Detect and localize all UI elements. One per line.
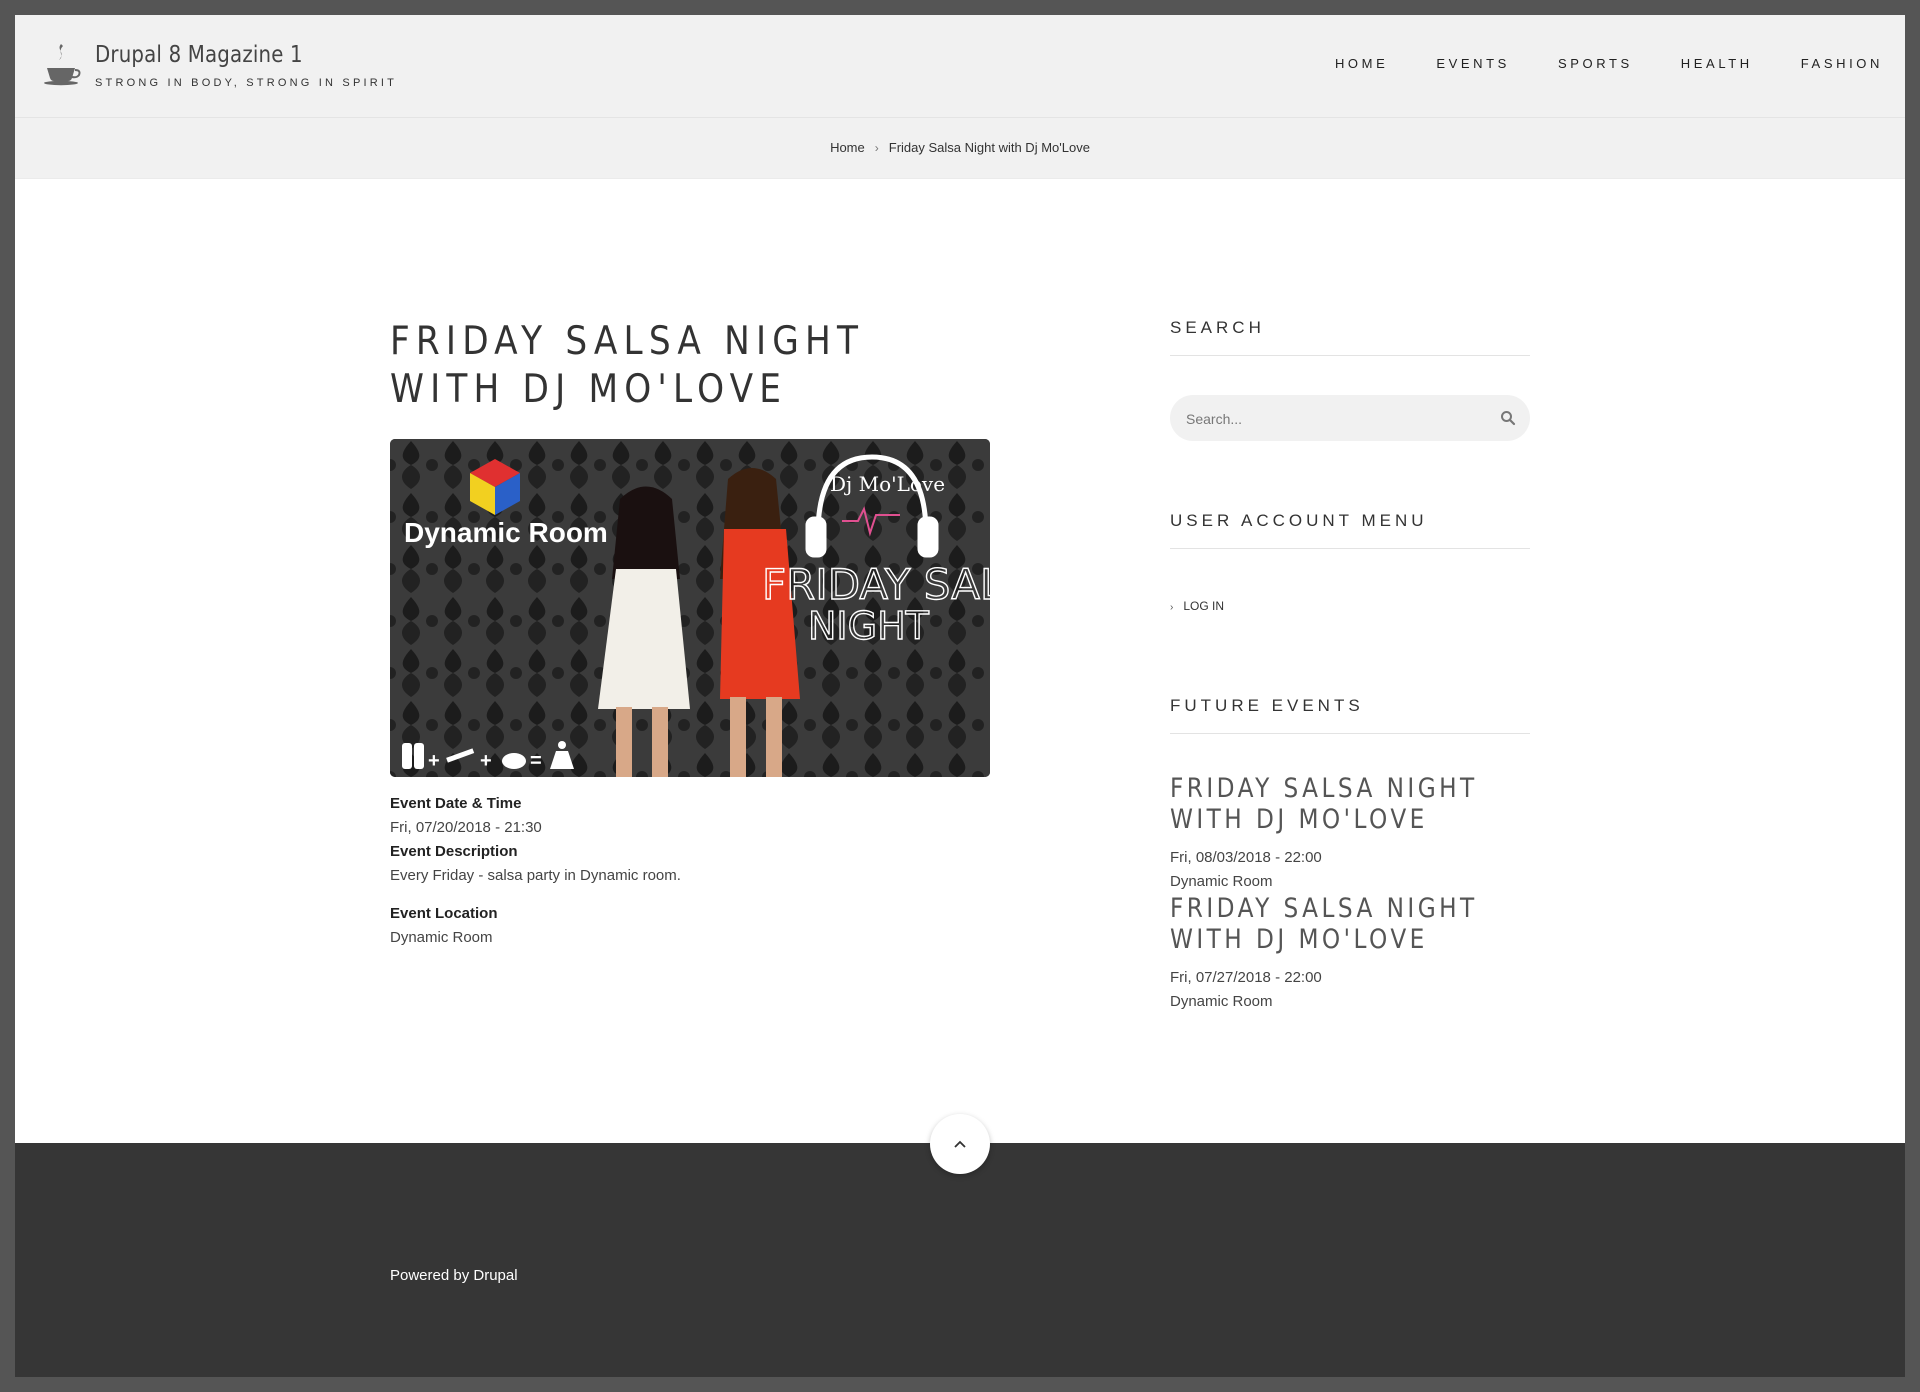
site-name[interactable]: Drupal 8 Magazine 1 xyxy=(95,42,303,68)
breadcrumb-bar: Home › Friday Salsa Night with Dj Mo'Love xyxy=(15,118,1905,179)
breadcrumb-home-link[interactable]: Home xyxy=(830,140,865,155)
future-event-title-line1: FRIDAY SALSA NIGHT xyxy=(1170,773,1478,804)
event-description-value: Every Friday - salsa party in Dynamic ro… xyxy=(390,867,681,884)
chevron-right-icon: › xyxy=(1170,602,1174,613)
event-poster-image: Dynamic Room Dj Mo'Love FRIDAY SA NIGHT … xyxy=(390,439,990,777)
nav-item-fashion[interactable]: FASHION xyxy=(1801,56,1883,71)
page: Drupal 8 Magazine 1 STRONG IN BODY, STRO… xyxy=(15,15,1905,1377)
future-event-date: Fri, 07/27/2018 - 22:00 xyxy=(1170,969,1322,986)
login-label: LOG IN xyxy=(1183,599,1225,613)
svg-text:=: = xyxy=(530,750,542,772)
coffee-cup-logo-icon[interactable] xyxy=(41,42,81,86)
event-date-label: Event Date & Time xyxy=(390,795,522,812)
search-input[interactable] xyxy=(1184,395,1488,443)
future-event-title[interactable]: FRIDAY SALSA NIGHT WITH DJ MO'LOVE xyxy=(1170,773,1514,835)
poster-graphic: Dynamic Room Dj Mo'Love FRIDAY SA NIGHT … xyxy=(390,439,990,777)
future-event-title[interactable]: FRIDAY SALSA NIGHT WITH DJ MO'LOVE xyxy=(1170,893,1514,955)
drupal-link[interactable]: Drupal xyxy=(473,1267,517,1284)
event-description-label: Event Description xyxy=(390,843,518,860)
nav-item-health[interactable]: HEALTH xyxy=(1681,56,1753,71)
breadcrumb-separator: › xyxy=(874,141,879,155)
scroll-to-top-button[interactable] xyxy=(930,1114,990,1174)
powered-by-prefix: Powered by xyxy=(390,1267,470,1284)
nav-item-events[interactable]: EVENTS xyxy=(1436,56,1510,71)
breadcrumb-current: Friday Salsa Night with Dj Mo'Love xyxy=(888,140,1090,155)
poster-dj-text: Dj Mo'Love xyxy=(830,472,945,496)
nav-item-sports[interactable]: SPORTS xyxy=(1558,56,1633,71)
breadcrumb: Home › Friday Salsa Night with Dj Mo'Love xyxy=(15,140,1905,155)
event-location-label: Event Location xyxy=(390,905,498,922)
future-event-title-line2: WITH DJ MO'LOVE xyxy=(1170,804,1428,835)
main-nav: HOME EVENTS SPORTS HEALTH FASHION xyxy=(1287,56,1883,71)
event-date-value: Fri, 07/20/2018 - 21:30 xyxy=(390,819,542,836)
site-slogan: STRONG IN BODY, STRONG IN SPIRIT xyxy=(95,77,398,89)
future-event-location: Dynamic Room xyxy=(1170,873,1273,890)
poster-venue-text: Dynamic Room xyxy=(404,517,608,548)
search-block-title: SEARCH xyxy=(1170,318,1530,356)
svg-text:+: + xyxy=(480,750,492,772)
site-footer: Powered by Drupal xyxy=(15,1143,1905,1377)
search-form xyxy=(1170,395,1530,443)
future-event-location: Dynamic Room xyxy=(1170,993,1273,1010)
event-location-value: Dynamic Room xyxy=(390,929,493,946)
page-title: FRIDAY SALSA NIGHT WITH DJ MO'LOVE xyxy=(390,319,865,412)
user-account-menu-title: USER ACCOUNT MENU xyxy=(1170,511,1530,549)
future-event-date: Fri, 08/03/2018 - 22:00 xyxy=(1170,849,1322,866)
nav-item-home[interactable]: HOME xyxy=(1335,56,1388,71)
login-link[interactable]: › LOG IN xyxy=(1170,599,1224,613)
powered-by: Powered by Drupal xyxy=(390,1267,518,1284)
site-header: Drupal 8 Magazine 1 STRONG IN BODY, STRO… xyxy=(15,15,1905,118)
future-event-title-line1: FRIDAY SALSA NIGHT xyxy=(1170,893,1478,924)
poster-headline-line2: NIGHT xyxy=(808,604,930,648)
chevron-up-icon xyxy=(954,1140,966,1148)
future-events-title: FUTURE EVENTS xyxy=(1170,696,1530,734)
search-icon[interactable] xyxy=(1500,410,1516,426)
poster-headline-line1: FRIDAY SALSA xyxy=(762,560,990,609)
svg-text:+: + xyxy=(428,750,440,772)
future-event-title-line2: WITH DJ MO'LOVE xyxy=(1170,924,1428,955)
